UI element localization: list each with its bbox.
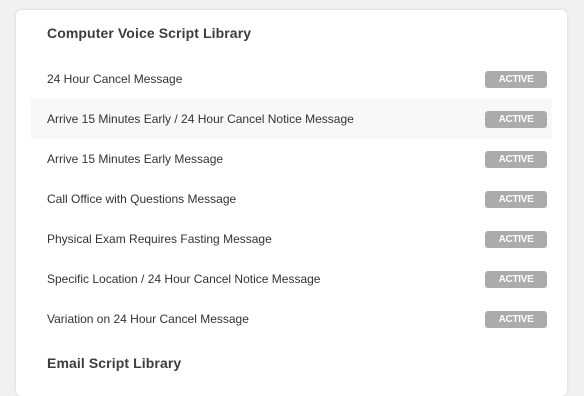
status-badge: ACTIVE <box>485 110 547 128</box>
script-row-specific-location[interactable]: Specific Location / 24 Hour Cancel Notic… <box>31 259 552 299</box>
status-badge: ACTIVE <box>485 270 547 288</box>
status-badge: ACTIVE <box>485 70 547 88</box>
voice-script-list: 24 Hour Cancel Message ACTIVE Arrive 15 … <box>31 59 552 339</box>
script-row-arrive-early[interactable]: Arrive 15 Minutes Early Message ACTIVE <box>31 139 552 179</box>
script-label: Specific Location / 24 Hour Cancel Notic… <box>47 272 321 286</box>
status-badge: ACTIVE <box>485 310 547 328</box>
script-label: 24 Hour Cancel Message <box>47 72 183 86</box>
script-row-physical-exam-fasting[interactable]: Physical Exam Requires Fasting Message A… <box>31 219 552 259</box>
script-row-call-office[interactable]: Call Office with Questions Message ACTIV… <box>31 179 552 219</box>
status-badge: ACTIVE <box>485 190 547 208</box>
script-library-card: Computer Voice Script Library 24 Hour Ca… <box>16 10 567 396</box>
voice-script-library-title: Computer Voice Script Library <box>47 25 252 41</box>
script-label: Physical Exam Requires Fasting Message <box>47 232 272 246</box>
email-script-library-title: Email Script Library <box>47 355 182 371</box>
script-row-variation-24-hour-cancel[interactable]: Variation on 24 Hour Cancel Message ACTI… <box>31 299 552 339</box>
script-label: Arrive 15 Minutes Early Message <box>47 152 224 166</box>
status-badge: ACTIVE <box>485 150 547 168</box>
script-label: Arrive 15 Minutes Early / 24 Hour Cancel… <box>47 112 354 126</box>
script-row-arrive-early-cancel-notice[interactable]: Arrive 15 Minutes Early / 24 Hour Cancel… <box>31 99 552 139</box>
script-label: Variation on 24 Hour Cancel Message <box>47 312 249 326</box>
script-label: Call Office with Questions Message <box>47 192 237 206</box>
script-row-24-hour-cancel[interactable]: 24 Hour Cancel Message ACTIVE <box>31 59 552 99</box>
status-badge: ACTIVE <box>485 230 547 248</box>
